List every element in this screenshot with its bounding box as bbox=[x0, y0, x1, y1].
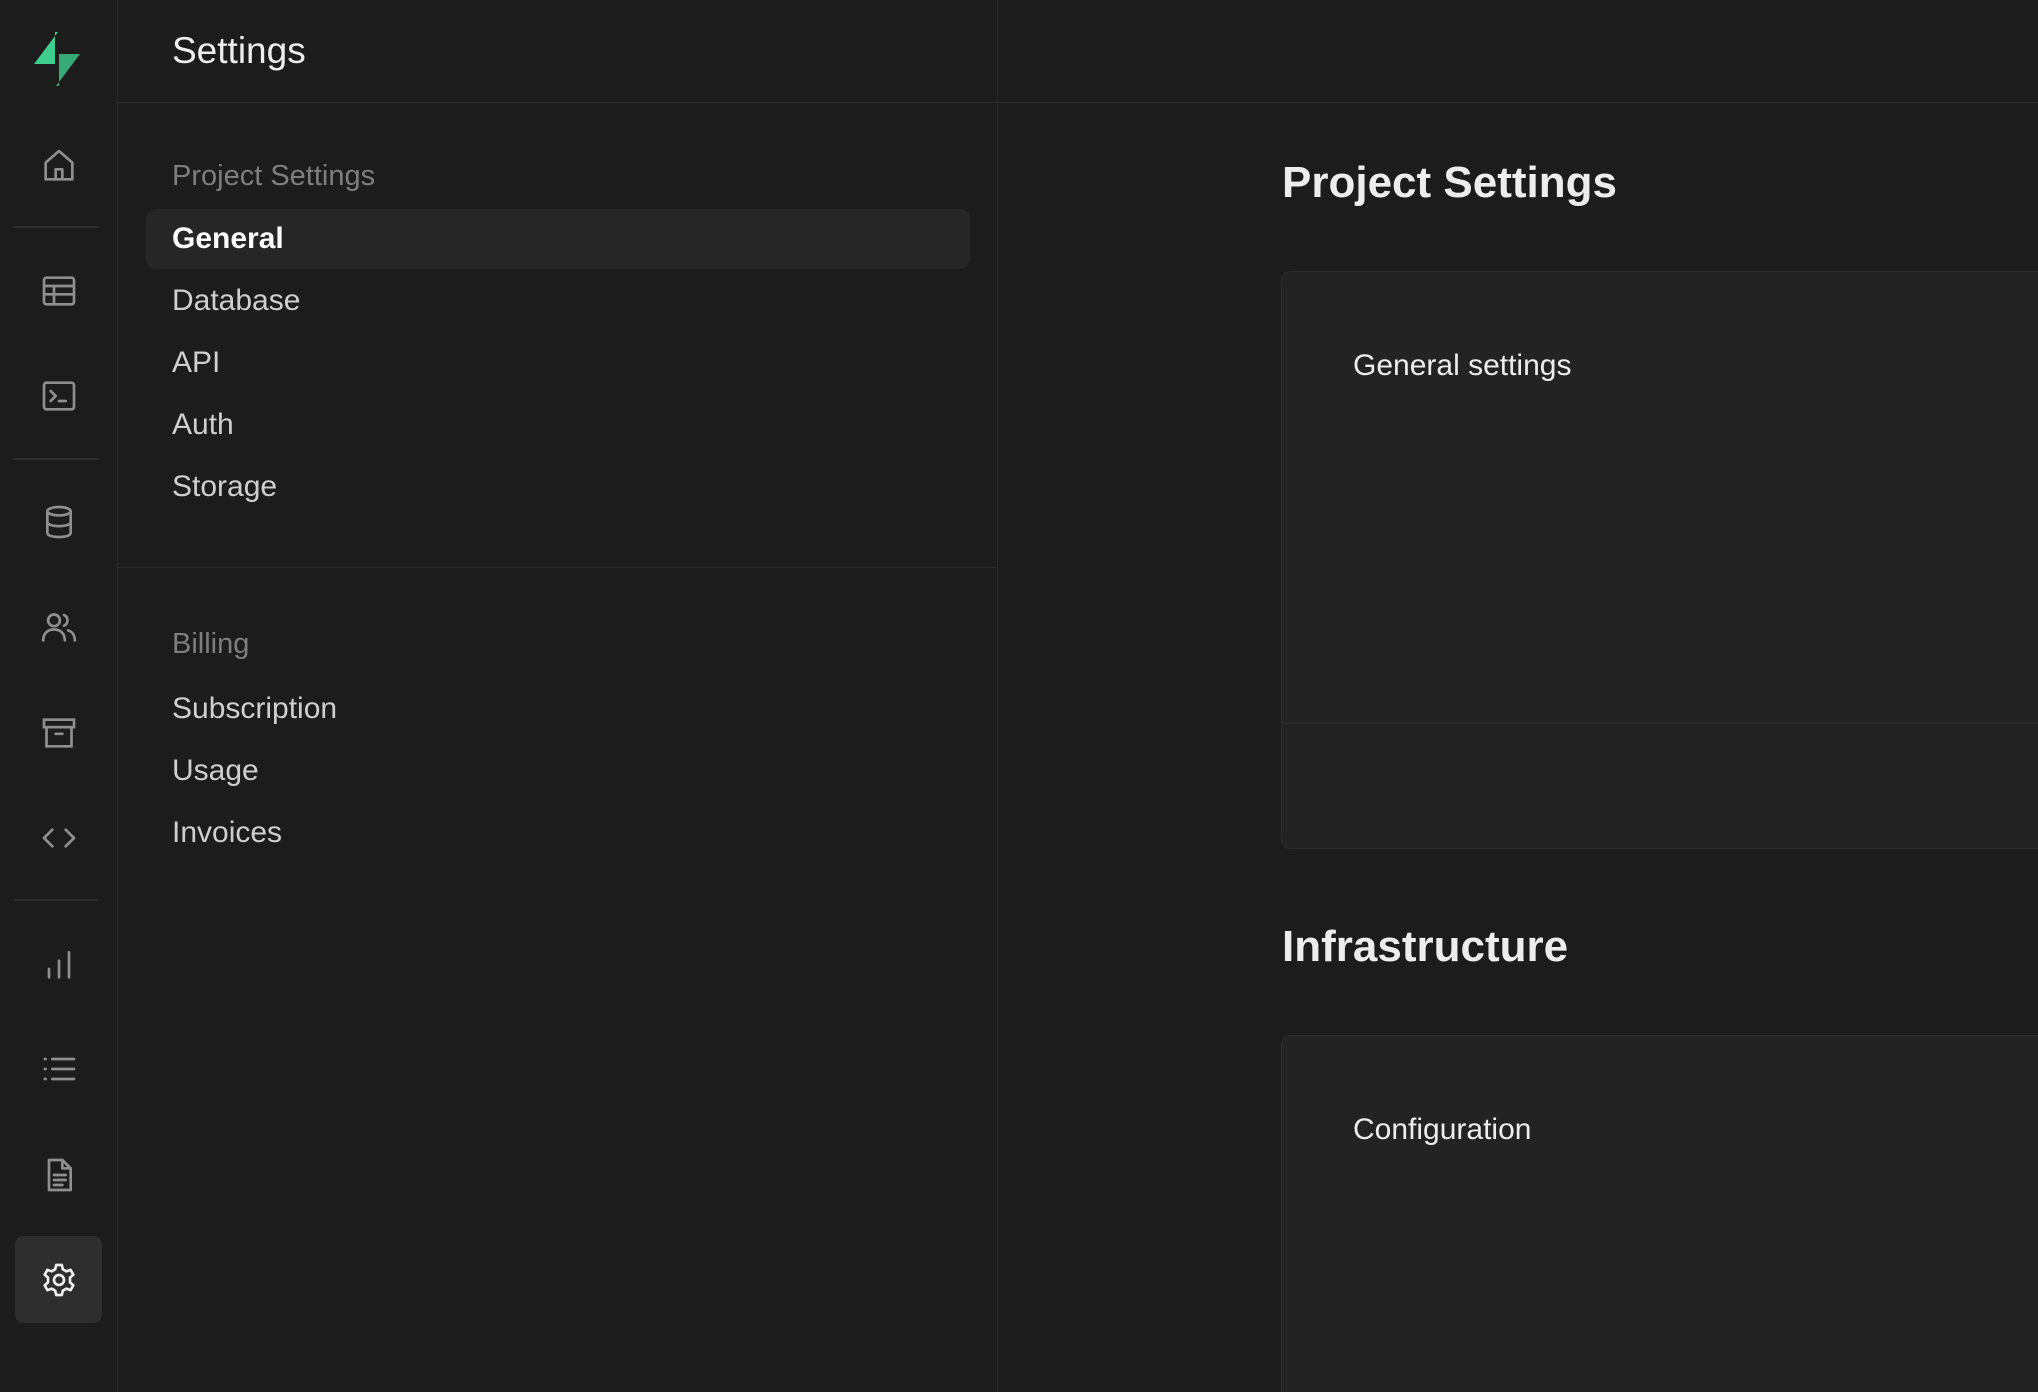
card-footer-divider bbox=[1282, 723, 2038, 724]
rail-divider bbox=[14, 899, 98, 901]
rail-divider bbox=[14, 226, 98, 228]
reports-icon[interactable] bbox=[15, 920, 102, 1007]
menu-header: Settings bbox=[118, 0, 997, 103]
menu-item-api[interactable]: API bbox=[146, 333, 970, 393]
section-title-project-settings: Project Settings bbox=[1282, 158, 1617, 207]
database-icon[interactable] bbox=[15, 478, 102, 565]
menu-item-subscription[interactable]: Subscription bbox=[146, 679, 970, 739]
main-content: Project Settings General settings Infras… bbox=[998, 0, 2038, 1392]
menu-item-usage[interactable]: Usage bbox=[146, 741, 970, 801]
menu-group-billing: Billing Subscription Usage Invoices bbox=[118, 568, 997, 863]
menu-item-auth[interactable]: Auth bbox=[146, 395, 970, 455]
menu-title: Settings bbox=[172, 30, 306, 71]
menu-item-general[interactable]: General bbox=[146, 209, 970, 269]
menu-group-title: Project Settings bbox=[172, 160, 376, 192]
card-title-configuration: Configuration bbox=[1353, 1113, 1532, 1146]
settings-icon[interactable] bbox=[15, 1236, 102, 1323]
general-settings-card: General settings bbox=[1281, 271, 2038, 849]
configuration-card: Configuration bbox=[1281, 1035, 2038, 1392]
icon-rail bbox=[0, 0, 118, 1392]
home-icon[interactable] bbox=[15, 122, 102, 209]
menu-item-invoices[interactable]: Invoices bbox=[146, 803, 970, 863]
users-icon[interactable] bbox=[15, 583, 102, 670]
storage-icon[interactable] bbox=[15, 689, 102, 776]
logo-icon[interactable] bbox=[28, 30, 86, 88]
code-icon[interactable] bbox=[15, 794, 102, 881]
section-title-infrastructure: Infrastructure bbox=[1282, 922, 1569, 971]
docs-icon[interactable] bbox=[15, 1131, 102, 1218]
menu-item-storage[interactable]: Storage bbox=[146, 457, 970, 517]
menu-item-database[interactable]: Database bbox=[146, 271, 970, 331]
main-topbar bbox=[998, 0, 2038, 103]
menu-group-title: Billing bbox=[172, 628, 250, 660]
menu-group-project-settings: Project Settings General Database API Au… bbox=[118, 103, 997, 568]
sql-editor-icon[interactable] bbox=[15, 352, 102, 439]
logs-icon[interactable] bbox=[15, 1025, 102, 1112]
rail-divider bbox=[14, 458, 98, 460]
card-title-general-settings: General settings bbox=[1353, 349, 1572, 382]
table-editor-icon[interactable] bbox=[15, 247, 102, 334]
app-window: Settings Project Settings General Databa… bbox=[0, 0, 2038, 1392]
settings-menu: Settings Project Settings General Databa… bbox=[118, 0, 998, 1392]
